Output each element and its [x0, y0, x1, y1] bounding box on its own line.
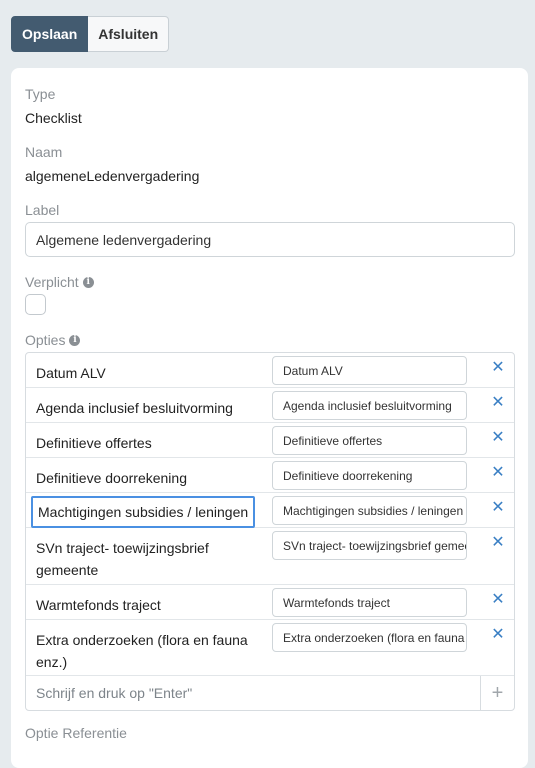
info-icon[interactable]: i [69, 334, 81, 346]
name-label: Naam [25, 144, 63, 160]
option-row: Warmtefonds traject Warmtefonds traject … [26, 585, 514, 620]
type-label: Type [25, 86, 56, 102]
form-card: Type Checklist Naam algemeneLedenvergade… [11, 68, 528, 768]
option-value-input[interactable]: Machtigingen subsidies / leningen [272, 496, 467, 525]
info-icon[interactable]: i [82, 276, 94, 288]
close-icon[interactable]: ✕ [490, 500, 506, 516]
add-option-input[interactable]: Schrijf en druk op "Enter" [36, 685, 480, 701]
option-value-input[interactable]: SVn traject- toewijzingsbrief gemeente [272, 531, 467, 560]
option-label: Agenda inclusief besluitvorming [36, 400, 233, 416]
close-icon[interactable]: ✕ [490, 535, 506, 551]
close-icon[interactable]: ✕ [490, 360, 506, 376]
option-label: Warmtefonds traject [36, 597, 161, 613]
option-value-input[interactable]: Definitieve doorrekening [272, 461, 467, 490]
save-button[interactable]: Opslaan [11, 16, 89, 52]
label-label: Label [25, 202, 60, 218]
add-option-row: Schrijf en druk op "Enter" + [26, 676, 514, 710]
option-value-input[interactable]: Datum ALV [272, 356, 467, 385]
options-list: Datum ALV Datum ALV ✕ Agenda inclusief b… [25, 352, 515, 711]
option-reference-label: Optie Referentie [25, 725, 127, 741]
option-row: Definitieve offertes Definitieve offerte… [26, 423, 514, 458]
required-checkbox[interactable] [25, 294, 46, 315]
option-row: Agenda inclusief besluitvorming Agenda i… [26, 388, 514, 423]
close-icon[interactable]: ✕ [490, 465, 506, 481]
required-label: Verplicht i [25, 274, 94, 290]
type-value: Checklist [25, 110, 82, 126]
plus-icon[interactable]: + [480, 676, 514, 710]
option-row: Machtigingen subsidies / leningen Machti… [26, 493, 514, 528]
options-label-text: Opties [25, 332, 66, 348]
option-row: SVn traject- toewijzingsbrief gemeente S… [26, 528, 514, 585]
required-label-text: Verplicht [25, 274, 79, 290]
option-label[interactable]: Machtigingen subsidies / leningen [31, 496, 256, 528]
option-value-input[interactable]: Warmtefonds traject [272, 588, 467, 617]
option-label: Extra onderzoeken (flora en fauna enz.) [36, 632, 248, 670]
options-label: Opties i [25, 332, 81, 348]
name-value: algemeneLedenvergadering [25, 168, 200, 184]
option-label: SVn traject- toewijzingsbrief gemeente [36, 540, 209, 578]
option-row: Extra onderzoeken (flora en fauna enz.) … [26, 620, 514, 676]
close-icon[interactable]: ✕ [490, 395, 506, 411]
toolbar: Opslaan Afsluiten [11, 16, 170, 52]
option-label: Definitieve offertes [36, 435, 152, 451]
option-value-input[interactable]: Definitieve offertes [272, 426, 467, 455]
option-row: Datum ALV Datum ALV ✕ [26, 353, 514, 388]
option-row: Definitieve doorrekening Definitieve doo… [26, 458, 514, 493]
option-value-input[interactable]: Agenda inclusief besluitvorming [272, 391, 467, 420]
close-icon[interactable]: ✕ [490, 627, 506, 643]
close-icon[interactable]: ✕ [490, 430, 506, 446]
option-label: Datum ALV [36, 365, 106, 381]
close-button[interactable]: Afsluiten [88, 16, 170, 52]
option-label: Definitieve doorrekening [36, 470, 187, 486]
label-input[interactable]: Algemene ledenvergadering [25, 222, 515, 257]
option-value-input[interactable]: Extra onderzoeken (flora en fauna enz.) [272, 623, 467, 652]
close-icon[interactable]: ✕ [490, 592, 506, 608]
